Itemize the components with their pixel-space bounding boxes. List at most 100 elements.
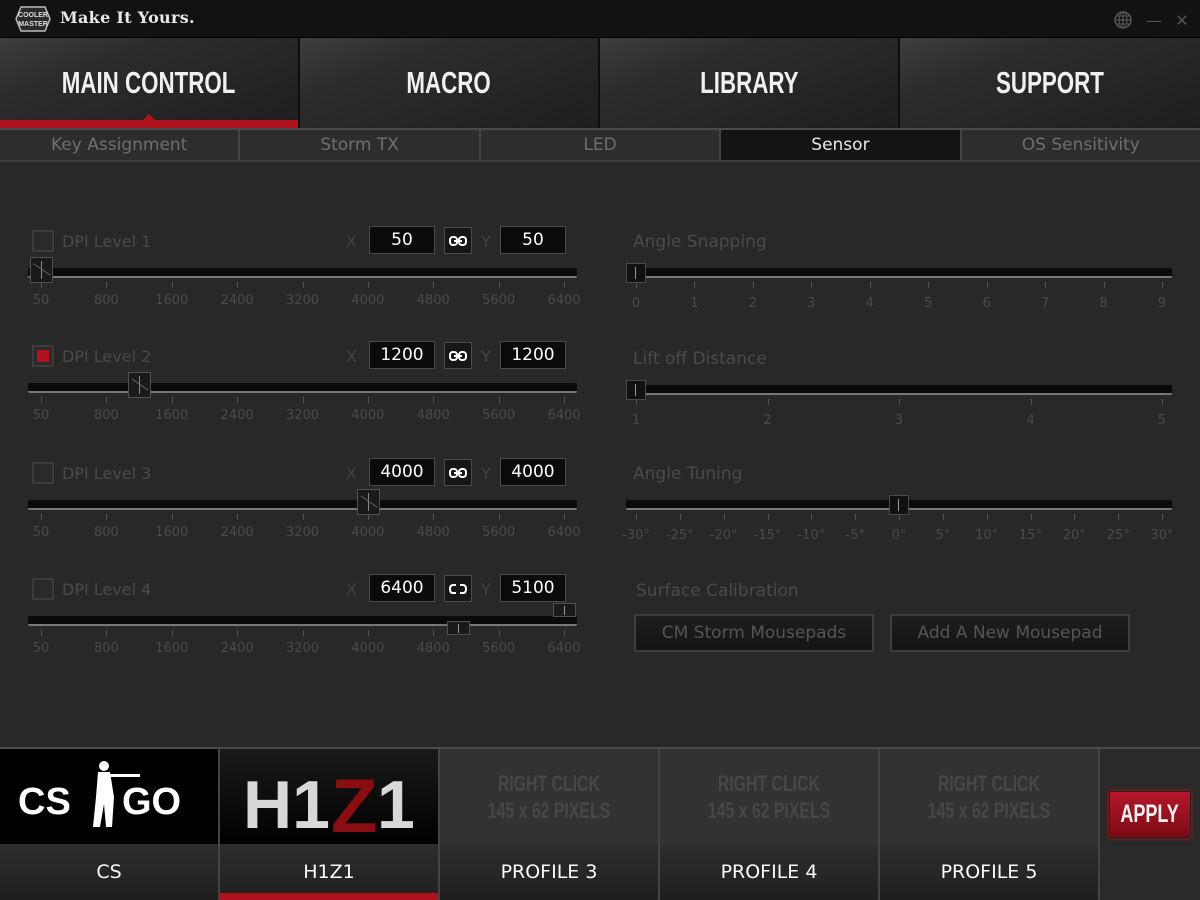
- tick-label: 1: [690, 296, 699, 311]
- dpi-y-slider-thumb[interactable]: [446, 621, 470, 635]
- tick-label: 4000: [351, 408, 385, 423]
- dpi-slider-track[interactable]: [28, 616, 577, 626]
- link-icon[interactable]: [444, 227, 472, 254]
- dpi-x-input[interactable]: 1200: [369, 341, 435, 369]
- slider-tick: [1030, 514, 1032, 520]
- svg-text:CS: CS: [18, 781, 71, 823]
- link-icon[interactable]: [444, 459, 472, 486]
- dpi-level-checkbox[interactable]: [32, 462, 54, 484]
- slider-tick: [564, 282, 565, 288]
- subtab-storm-tx[interactable]: Storm TX: [240, 130, 481, 160]
- dpi-level-checkbox[interactable]: [32, 230, 54, 252]
- tab-main-control[interactable]: MAIN CONTROL: [0, 38, 300, 128]
- tick-label: 6400: [547, 408, 581, 423]
- tick-label: -15°: [753, 528, 782, 543]
- tick-label: 2400: [220, 293, 254, 308]
- lift-off-slider-thumb[interactable]: [626, 380, 646, 400]
- tick-label: 3200: [285, 641, 320, 656]
- main-navigation: MAIN CONTROL MACRO LIBRARY SUPPORT: [0, 38, 1200, 128]
- dpi-y-input[interactable]: 5100: [500, 574, 566, 602]
- slider-tick: [1074, 514, 1076, 520]
- tab-label: MACRO: [406, 65, 492, 100]
- tick-label: 4: [865, 296, 874, 311]
- subtab-os-sensitivity[interactable]: OS Sensitivity: [962, 130, 1200, 160]
- slider-tick: [302, 630, 304, 636]
- apply-label: APPLY: [1120, 800, 1180, 828]
- close-icon[interactable]: ✕: [1172, 10, 1192, 30]
- slider-tick: [433, 630, 435, 636]
- angle-tuning-slider-thumb[interactable]: [889, 495, 909, 515]
- csgo-logo: CS GO: [0, 749, 218, 844]
- dpi-y-input[interactable]: 4000: [500, 458, 566, 486]
- tab-macro[interactable]: MACRO: [300, 38, 600, 128]
- dpi-slider-thumb[interactable]: [30, 257, 53, 283]
- dpi-slider-thumb[interactable]: [128, 372, 152, 398]
- dpi-level-checkbox[interactable]: [32, 345, 54, 367]
- profile-3[interactable]: RIGHT CLICK 145 x 62 PIXELS PROFILE 3: [440, 749, 660, 900]
- tick-label: 1: [631, 413, 641, 428]
- dpi-slider-thumb[interactable]: [356, 489, 380, 515]
- add-new-mousepad-button[interactable]: Add A New Mousepad: [890, 614, 1130, 652]
- title-bar: COOLER MASTER Make It Yours. — ✕: [0, 0, 1200, 38]
- dpi-level-label: DPI Level 3: [62, 464, 152, 483]
- sensor-panel: DPI Level 1 X 50 Y 50 50 800 1600 2400 3200 4000 48…: [0, 162, 1200, 747]
- dpi-x-input[interactable]: 50: [369, 226, 435, 254]
- tick-label: 10°: [975, 528, 999, 543]
- tab-label: LIBRARY: [699, 65, 799, 100]
- profile-5[interactable]: RIGHT CLICK 145 x 62 PIXELS PROFILE 5: [880, 749, 1100, 900]
- unlink-icon[interactable]: [444, 575, 472, 602]
- angle-snapping-title: Angle Snapping: [633, 232, 767, 252]
- slider-tick: [928, 282, 930, 288]
- tick-label: 1600: [155, 641, 189, 656]
- apply-button[interactable]: APPLY: [1109, 791, 1191, 838]
- profile-image-placeholder[interactable]: RIGHT CLICK 145 x 62 PIXELS: [880, 749, 1098, 844]
- slider-tick: [811, 514, 813, 520]
- subtab-key-assignment[interactable]: Key Assignment: [0, 130, 241, 160]
- dpi-level-label: DPI Level 4: [62, 580, 152, 599]
- profile-4[interactable]: RIGHT CLICK 145 x 62 PIXELS PROFILE 4: [660, 749, 880, 900]
- minimize-icon[interactable]: —: [1144, 10, 1164, 30]
- slider-tick: [899, 399, 900, 405]
- profile-h1z1[interactable]: H1 Z 1 H1Z1: [220, 749, 440, 900]
- dpi-x-slider-thumb[interactable]: [553, 603, 576, 617]
- subtab-led[interactable]: LED: [481, 130, 722, 160]
- svg-text:GO: GO: [122, 781, 181, 823]
- dpi-y-input[interactable]: 50: [500, 226, 566, 254]
- tick-label: 800: [93, 408, 119, 423]
- slider-tick: [433, 282, 435, 288]
- placeholder-text: 145 x 62 PIXELS: [707, 797, 831, 823]
- slider-tick: [1162, 282, 1163, 288]
- slider-tick: [942, 514, 944, 520]
- tick-label: 4000: [351, 293, 385, 308]
- profile-image-placeholder[interactable]: RIGHT CLICK 145 x 62 PIXELS: [660, 749, 878, 844]
- globe-icon[interactable]: [1113, 10, 1133, 30]
- subtab-sensor[interactable]: Sensor: [721, 130, 962, 160]
- angle-tuning-title: Angle Tuning: [633, 464, 743, 484]
- tick-label: 50: [32, 525, 50, 540]
- lift-off-slider-track[interactable]: [626, 385, 1172, 395]
- lift-off-distance-title: Lift off Distance: [633, 349, 767, 369]
- dpi-x-input[interactable]: 6400: [369, 574, 435, 602]
- tab-library[interactable]: LIBRARY: [600, 38, 900, 128]
- dpi-slider-track[interactable]: [28, 383, 577, 393]
- angle-snapping-slider-track[interactable]: [626, 268, 1172, 278]
- cooler-master-logo: COOLER MASTER: [15, 6, 51, 32]
- slider-tick: [367, 630, 369, 636]
- dpi-slider-track[interactable]: [28, 500, 577, 510]
- slider-tick: [106, 397, 108, 403]
- cm-storm-mousepads-button[interactable]: CM Storm Mousepads: [634, 614, 874, 652]
- angle-snapping-slider-thumb[interactable]: [626, 263, 646, 283]
- tick-label: 50: [32, 641, 50, 656]
- dpi-x-input[interactable]: 4000: [369, 458, 435, 486]
- link-icon[interactable]: [444, 342, 472, 369]
- profile-cs[interactable]: CS GO CS: [0, 749, 220, 900]
- tick-label: 4800: [416, 293, 450, 308]
- dpi-slider-track[interactable]: [28, 268, 577, 278]
- dpi-level-checkbox[interactable]: [32, 578, 54, 600]
- tick-label: 30°: [1150, 528, 1174, 543]
- profile-image-placeholder[interactable]: RIGHT CLICK 145 x 62 PIXELS: [440, 749, 658, 844]
- tab-support[interactable]: SUPPORT: [900, 38, 1200, 128]
- dpi-y-input[interactable]: 1200: [500, 341, 566, 369]
- tick-label: 6400: [547, 293, 581, 308]
- tick-label: 5600: [482, 408, 516, 423]
